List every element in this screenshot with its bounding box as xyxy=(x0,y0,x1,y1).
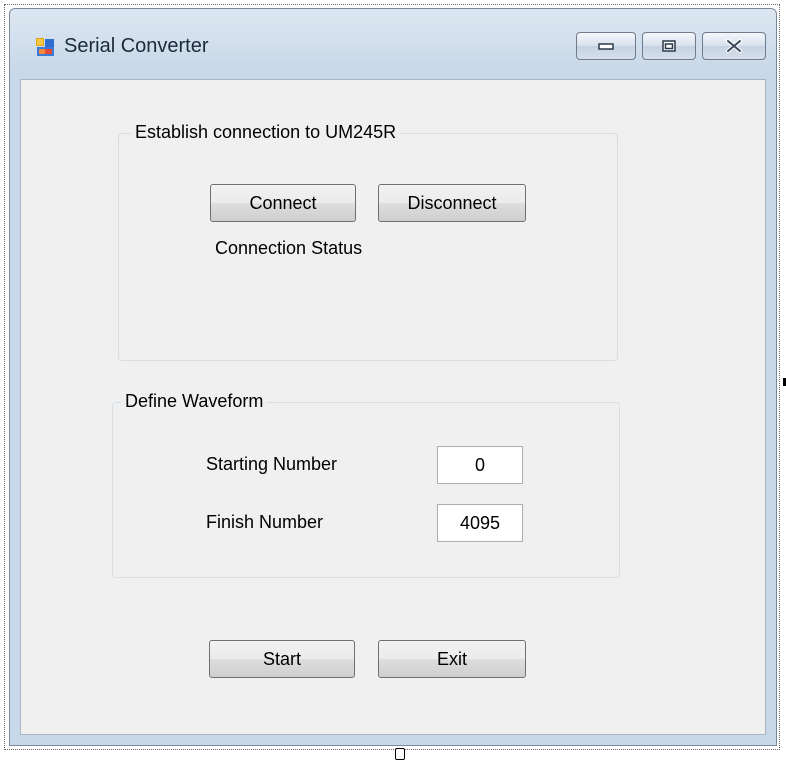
resize-grip-bottom[interactable] xyxy=(395,748,405,760)
exit-button[interactable]: Exit xyxy=(378,640,526,678)
disconnect-button[interactable]: Disconnect xyxy=(378,184,526,222)
finish-number-input[interactable] xyxy=(437,504,523,542)
title-bar[interactable]: Serial Converter xyxy=(10,9,776,81)
start-button[interactable]: Start xyxy=(209,640,355,678)
window-title: Serial Converter xyxy=(64,35,209,57)
finish-number-label: Finish Number xyxy=(206,512,324,532)
starting-number-input[interactable] xyxy=(437,446,523,484)
app-window: Serial Converter Establish connection to… xyxy=(9,8,777,746)
connect-button[interactable]: Connect xyxy=(210,184,356,222)
waveform-groupbox-title: Define Waveform xyxy=(121,391,268,412)
close-button[interactable] xyxy=(702,32,766,60)
minimize-button[interactable] xyxy=(576,32,636,60)
waveform-groupbox: Define Waveform xyxy=(112,391,620,578)
starting-number-label: Starting Number xyxy=(206,454,338,474)
connection-status-label: Connection Status xyxy=(215,238,363,258)
connection-groupbox: Establish connection to UM245R xyxy=(118,122,618,361)
form-client-area: Establish connection to UM245R Connect D… xyxy=(20,79,766,735)
application-window-icon xyxy=(36,38,54,56)
maximize-button[interactable] xyxy=(642,32,696,60)
connection-groupbox-title: Establish connection to UM245R xyxy=(131,122,401,143)
